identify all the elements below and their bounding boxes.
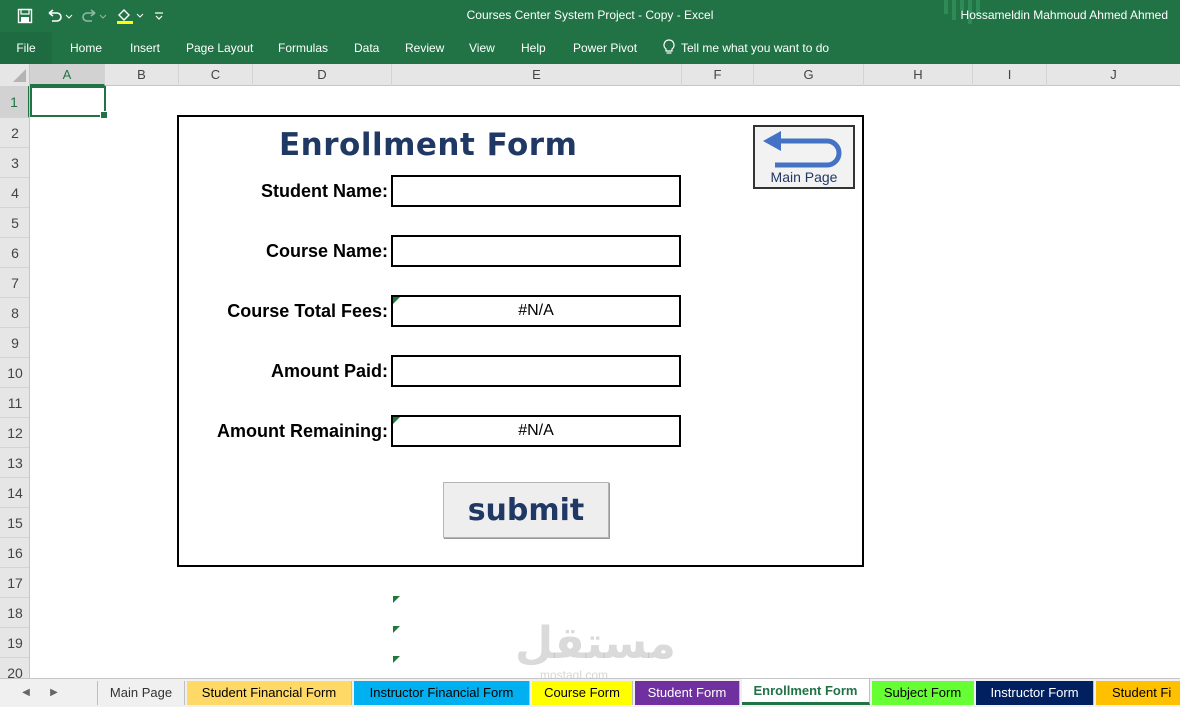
row-header[interactable]: 1 <box>0 86 29 118</box>
ribbon-tabs: File Home Insert Page Layout Formulas Da… <box>0 32 1180 64</box>
tab-data[interactable]: Data <box>354 41 379 55</box>
row-header[interactable]: 10 <box>0 358 29 388</box>
row-header[interactable]: 16 <box>0 538 29 568</box>
column-header[interactable]: D <box>253 64 392 86</box>
error-indicator-icon <box>393 297 400 304</box>
amount-remaining-value: #N/A <box>518 422 554 439</box>
select-all-corner[interactable] <box>0 64 30 86</box>
row-header[interactable]: 12 <box>0 418 29 448</box>
error-indicator-icon <box>393 656 400 663</box>
column-header[interactable]: J <box>1047 64 1180 86</box>
column-header[interactable]: I <box>973 64 1047 86</box>
sheet-tab-main-page[interactable]: Main Page <box>97 681 185 705</box>
row-header[interactable]: 8 <box>0 298 29 328</box>
sheet-tab-course-form[interactable]: Course Form <box>532 681 633 705</box>
course-total-fees-field[interactable]: #N/A <box>391 295 681 327</box>
column-header[interactable]: B <box>105 64 179 86</box>
amount-remaining-field[interactable]: #N/A <box>391 415 681 447</box>
selected-cell-a1[interactable] <box>30 86 108 119</box>
sheet-tab-student-fi[interactable]: Student Fi <box>1096 681 1180 705</box>
error-indicator-icon <box>393 626 400 633</box>
tell-me-search[interactable]: Tell me what you want to do <box>681 41 829 55</box>
tab-file[interactable]: File <box>0 32 52 64</box>
row-header[interactable]: 7 <box>0 268 29 298</box>
row-header[interactable]: 20 <box>0 658 29 678</box>
watermark-logo: مستقل <box>515 618 676 669</box>
course-name-input[interactable] <box>391 235 681 267</box>
sheet-tab-instructor-form[interactable]: Instructor Form <box>976 681 1094 705</box>
row-header[interactable]: 13 <box>0 448 29 478</box>
tab-page-layout[interactable]: Page Layout <box>186 41 253 55</box>
course-total-fees-value: #N/A <box>518 302 554 319</box>
submit-button[interactable]: submit <box>443 482 609 538</box>
lightbulb-icon <box>662 39 676 58</box>
row-header[interactable]: 15 <box>0 508 29 538</box>
scroll-left-icon[interactable]: ◀ <box>18 684 34 702</box>
back-arrow-icon <box>763 131 842 168</box>
main-page-button[interactable]: Main Page <box>753 125 855 189</box>
row-header[interactable]: 5 <box>0 208 29 238</box>
sheet-tab-bar: ◀ ▶ Main Page Student Financial Form Ins… <box>0 678 1180 707</box>
student-name-label: Student Name: <box>260 181 388 201</box>
column-header[interactable]: H <box>864 64 973 86</box>
tab-view[interactable]: View <box>469 41 495 55</box>
tab-insert[interactable]: Insert <box>130 41 160 55</box>
student-name-input[interactable] <box>391 175 681 207</box>
course-total-fees-label: Course Total Fees: <box>227 301 388 321</box>
worksheet-grid[interactable]: Enrollment Form Main Page Student Name: … <box>30 86 1180 678</box>
column-header[interactable]: C <box>179 64 253 86</box>
form-title: Enrollment Form <box>279 127 578 163</box>
sheet-tab-student-form[interactable]: Student Form <box>635 681 740 705</box>
tab-file-label: File <box>16 41 36 55</box>
row-header[interactable]: 9 <box>0 328 29 358</box>
sheet-tab-subject-form[interactable]: Subject Form <box>872 681 974 705</box>
user-name[interactable]: Hossameldin Mahmoud Ahmed Ahmed <box>961 8 1168 22</box>
main-page-label: Main Page <box>770 169 838 185</box>
row-header[interactable]: 14 <box>0 478 29 508</box>
tab-home[interactable]: Home <box>70 41 102 55</box>
row-header[interactable]: 18 <box>0 598 29 628</box>
column-header[interactable]: F <box>682 64 754 86</box>
sheet-tab-instructor-financial-form[interactable]: Instructor Financial Form <box>354 681 530 705</box>
row-header[interactable]: 2 <box>0 118 29 148</box>
tab-power-pivot[interactable]: Power Pivot <box>573 41 637 55</box>
amount-paid-input[interactable] <box>391 355 681 387</box>
row-header[interactable]: 11 <box>0 388 29 418</box>
sheet-tab-enrollment-form[interactable]: Enrollment Form <box>742 679 870 705</box>
row-header[interactable]: 6 <box>0 238 29 268</box>
column-headers: A B C D E F G H I J <box>0 64 1180 86</box>
error-indicator-icon <box>393 417 400 424</box>
row-headers: 1 2 3 4 5 6 7 8 9 10 11 12 13 14 15 16 1… <box>0 86 30 678</box>
row-header[interactable]: 17 <box>0 568 29 598</box>
error-indicator-icon <box>393 596 400 603</box>
column-header[interactable]: G <box>754 64 864 86</box>
tab-formulas[interactable]: Formulas <box>278 41 328 55</box>
course-name-label: Course Name: <box>265 241 388 261</box>
scroll-right-icon[interactable]: ▶ <box>46 684 62 702</box>
column-header[interactable]: E <box>392 64 682 86</box>
enrollment-form: Enrollment Form Main Page Student Name: … <box>177 115 864 567</box>
title-bar: Courses Center System Project - Copy - E… <box>0 0 1180 32</box>
row-header[interactable]: 4 <box>0 178 29 208</box>
amount-remaining-label: Amount Remaining: <box>217 421 388 441</box>
tab-review[interactable]: Review <box>405 41 444 55</box>
sheet-tab-student-financial-form[interactable]: Student Financial Form <box>187 681 352 705</box>
tab-help[interactable]: Help <box>521 41 546 55</box>
column-header[interactable]: A <box>30 64 105 86</box>
row-header[interactable]: 19 <box>0 628 29 658</box>
row-header[interactable]: 3 <box>0 148 29 178</box>
amount-paid-label: Amount Paid: <box>271 361 388 381</box>
